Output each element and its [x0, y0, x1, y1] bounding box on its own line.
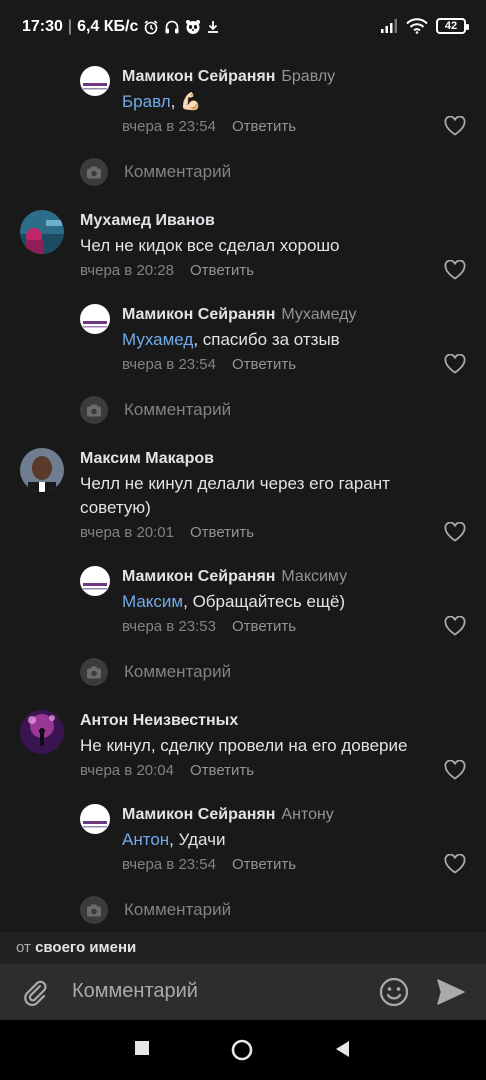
timestamp: вчера в 23:54 [122, 118, 216, 135]
camera-icon[interactable] [80, 158, 108, 186]
like-icon[interactable] [444, 854, 466, 874]
add-comment-row[interactable]: Комментарий [80, 396, 231, 424]
mention-link[interactable]: Бравл [122, 92, 171, 111]
avatar[interactable] [20, 210, 64, 254]
comment: Мухамед Иванов Чел не кидок все сделал х… [0, 208, 486, 288]
timestamp: вчера в 20:28 [80, 262, 174, 279]
add-comment-row[interactable]: Комментарий [80, 896, 231, 924]
network-speed: 6,4 КБ/с [77, 18, 139, 35]
add-comment-label[interactable]: Комментарий [124, 162, 231, 182]
post-as-value[interactable]: своего имени [35, 939, 136, 956]
add-comment-label[interactable]: Комментарий [124, 662, 231, 682]
comment-text: Чел не кидок все сделал хорошо [80, 236, 340, 255]
comment-composer: Комментарий [0, 964, 486, 1020]
author-name[interactable]: Мамикон Сейранян [122, 568, 275, 585]
post-as-selector[interactable]: от своего имени [0, 932, 486, 964]
reply-button[interactable]: Ответить [190, 762, 254, 779]
emoji-icon[interactable] [378, 976, 410, 1008]
clock: 17:30 [22, 18, 63, 35]
alarm-icon [143, 19, 159, 35]
timestamp: вчера в 20:04 [80, 762, 174, 779]
send-icon[interactable] [436, 978, 466, 1006]
camera-icon[interactable] [80, 658, 108, 686]
comment: Антон Неизвестных Не кинул, сделку прове… [0, 708, 486, 788]
attach-icon[interactable] [20, 978, 50, 1008]
comment-text: Не кинул, сделку провели на его доверие [80, 736, 408, 755]
timestamp: вчера в 23:53 [122, 618, 216, 635]
author-name[interactable]: Мамикон Сейранян [122, 806, 275, 823]
mention-link[interactable]: Антон [122, 830, 169, 849]
author-name[interactable]: Мамикон Сейранян [122, 68, 275, 85]
comment: Максим Макаров Челл не кинул делали чере… [0, 446, 486, 550]
add-comment-label[interactable]: Комментарий [124, 400, 231, 420]
panda-icon [185, 19, 201, 35]
reply-to: Мухамеду [281, 306, 357, 323]
like-icon[interactable] [444, 260, 466, 280]
avatar[interactable] [20, 710, 64, 754]
comment-reply: Мамикон Сейранян Антону Антон, Удачи вчер… [0, 802, 486, 882]
timestamp: вчера в 23:54 [122, 856, 216, 873]
add-comment-row[interactable]: Комментарий [80, 158, 231, 186]
like-icon[interactable] [444, 522, 466, 542]
author-name[interactable]: Мамикон Сейранян [122, 306, 275, 323]
reply-to: Максиму [281, 568, 348, 585]
wifi-icon [406, 18, 428, 34]
reply-button[interactable]: Ответить [232, 118, 296, 135]
comment-thread[interactable]: Мамикон Сейранян Бравлу Бравл, 💪🏻 вчера в… [0, 56, 486, 932]
comment-reply: Мамикон Сейранян Мухамеду Мухамед, спасиб… [0, 302, 486, 382]
add-comment-row[interactable]: Комментарий [80, 658, 231, 686]
like-icon[interactable] [444, 760, 466, 780]
status-bar: 17:30 | 6,4 КБ/с 42 [0, 0, 486, 56]
author-name[interactable]: Антон Неизвестных [80, 712, 238, 729]
back-button[interactable] [334, 1040, 350, 1058]
comment-reply: Мамикон Сейранян Бравлу Бравл, 💪🏻 вчера в… [0, 64, 486, 144]
reply-to: Бравлу [281, 68, 336, 85]
reply-button[interactable]: Ответить [232, 356, 296, 373]
comment-text: Мухамед, спасибо за отзыв [122, 330, 340, 349]
author-name[interactable]: Мухамед Иванов [80, 212, 215, 229]
comment-text: Максим, Обращайтесь ещё) [122, 592, 346, 611]
home-button[interactable] [230, 1038, 254, 1062]
comment-text: Антон, Удачи [122, 830, 226, 849]
mention-link[interactable]: Максим [122, 592, 183, 611]
avatar[interactable] [80, 566, 110, 596]
status-left: 17:30 | 6,4 КБ/с [22, 18, 220, 36]
comment-reply: Мамикон Сейранян Максиму Максим, Обращайт… [0, 564, 486, 644]
avatar[interactable] [80, 66, 110, 96]
like-icon[interactable] [444, 616, 466, 636]
recents-button[interactable] [134, 1040, 150, 1056]
camera-icon[interactable] [80, 396, 108, 424]
comment-input[interactable]: Комментарий [72, 980, 198, 1003]
reply-button[interactable]: Ответить [232, 856, 296, 873]
reply-button[interactable]: Ответить [190, 262, 254, 279]
download-icon [206, 19, 220, 35]
reply-to: Антону [281, 806, 334, 823]
headphones-icon [164, 19, 180, 35]
avatar[interactable] [80, 804, 110, 834]
comment-text: Бравл, 💪🏻 [122, 92, 202, 111]
status-right: 42 [380, 18, 469, 34]
avatar[interactable] [80, 304, 110, 334]
add-comment-label[interactable]: Комментарий [124, 900, 231, 920]
avatar[interactable] [20, 448, 64, 492]
mention-link[interactable]: Мухамед [122, 330, 193, 349]
reply-button[interactable]: Ответить [232, 618, 296, 635]
system-nav-bar [0, 1020, 486, 1080]
battery-icon: 42 [436, 18, 469, 34]
like-icon[interactable] [444, 116, 466, 136]
signal-icon [380, 18, 398, 34]
comment-text: Челл не кинул делали через его гарант со… [80, 474, 390, 517]
timestamp: вчера в 23:54 [122, 356, 216, 373]
camera-icon[interactable] [80, 896, 108, 924]
like-icon[interactable] [444, 354, 466, 374]
reply-button[interactable]: Ответить [190, 524, 254, 541]
timestamp: вчера в 20:01 [80, 524, 174, 541]
author-name[interactable]: Максим Макаров [80, 450, 214, 467]
